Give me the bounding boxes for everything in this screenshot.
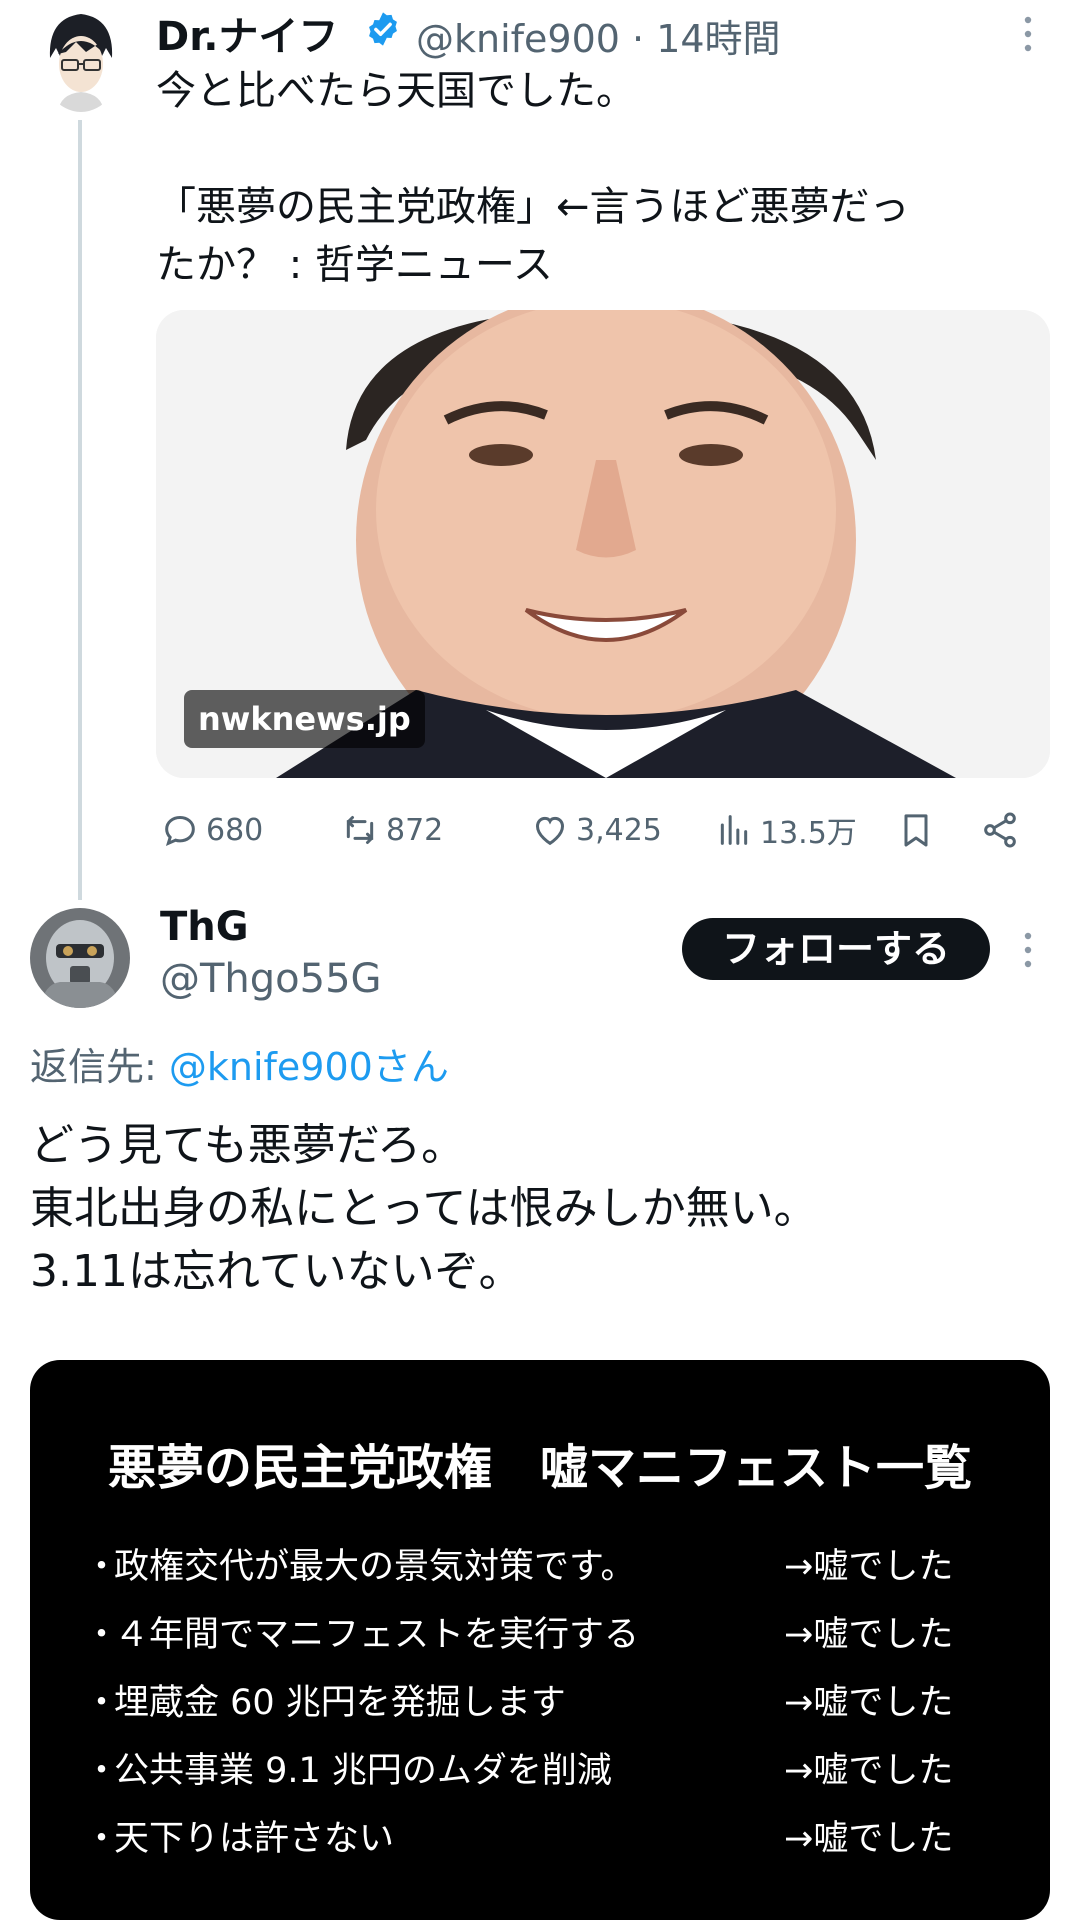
replying-to-mention[interactable]: @knife900さん: [169, 1045, 449, 1089]
row-result: →嘘でした: [784, 1683, 954, 1723]
image-title: 悪夢の民主党政権 嘘マニフェスト一覧: [107, 1440, 972, 1496]
row-result: →嘘でした: [784, 1819, 954, 1859]
tweet-text-line: 「悪夢の民主党政権」←言うほど悪夢だっ: [156, 184, 910, 230]
row-text: 天下りは許さない: [114, 1819, 395, 1859]
verified-badge-icon: [364, 10, 402, 48]
row-result: →嘘でした: [784, 1751, 954, 1791]
reply-icon: [165, 815, 195, 846]
row-text: ４年間でマニフェストを実行する: [114, 1615, 640, 1655]
reply-author-avatar[interactable]: [30, 908, 130, 1008]
share-icon: [984, 812, 1016, 848]
more-options-icon[interactable]: [1020, 14, 1036, 54]
row-text: 公共事業 9.1 兆円のムダを削減: [114, 1751, 612, 1791]
row-result: →嘘でした: [784, 1547, 954, 1587]
manifesto-row: ・ 政権交代が最大の景気対策です。 →嘘でした: [84, 1538, 984, 1594]
views-button[interactable]: 13.5万: [714, 800, 857, 860]
like-count: 3,425: [576, 812, 662, 848]
reply-text-line: 東北出身の私にとっては恨みしか無い。: [30, 1183, 818, 1234]
bookmark-icon: [904, 814, 928, 847]
thread-line: [78, 120, 82, 900]
row-text: 政権交代が最大の景気対策です。: [114, 1547, 636, 1587]
tweet-text-line: 今と比べたら天国でした。: [156, 68, 636, 114]
bookmark-button[interactable]: [896, 800, 942, 860]
replying-to-label: 返信先:: [30, 1045, 157, 1089]
reply-text-line: どう見ても悪夢だろ。: [30, 1120, 466, 1171]
manifesto-row: ・ 公共事業 9.1 兆円のムダを削減 →嘘でした: [84, 1742, 984, 1798]
row-text: 埋蔵金 60 兆円を発掘します: [114, 1683, 566, 1723]
retweet-icon: [346, 816, 374, 844]
views-chart-icon: [720, 815, 748, 845]
reply-count: 680: [206, 812, 264, 848]
tweet-text-line: たか？ : 哲学ニュース: [156, 242, 553, 288]
retweet-button[interactable]: 872: [340, 800, 443, 860]
retweet-count: 872: [386, 812, 444, 848]
row-result: →嘘でした: [784, 1615, 954, 1655]
reply-more-options-icon[interactable]: [1020, 930, 1036, 970]
reply-author-name[interactable]: ThG: [160, 904, 249, 950]
tweet-text: 今と比べたら天国でした。 「悪夢の民主党政権」←言うほど悪夢だっ たか？ : 哲…: [156, 62, 1036, 294]
author-handle[interactable]: @knife900: [416, 17, 620, 61]
reply-author-handle[interactable]: @Thgo55G: [160, 956, 382, 1002]
manifesto-row: ・ 天下りは許さない →嘘でした: [84, 1810, 984, 1866]
views-count: 13.5万: [760, 816, 857, 851]
tweet-actions: 680 872 3,425 13.5万: [156, 800, 1036, 860]
like-button[interactable]: 3,425: [530, 800, 662, 860]
follow-button[interactable]: フォローする: [682, 918, 990, 980]
link-card-domain: nwknews.jp: [184, 690, 425, 748]
reply-button[interactable]: 680: [160, 800, 263, 860]
manifesto-row: ・ ４年間でマニフェストを実行する →嘘でした: [84, 1606, 984, 1662]
replying-to: 返信先: @knife900さん: [30, 1036, 449, 1091]
reply-text: どう見ても悪夢だろ。 東北出身の私にとっては恨みしか無い。 3.11は忘れていな…: [30, 1114, 1050, 1303]
manifesto-row: ・ 埋蔵金 60 兆円を発掘します →嘘でした: [84, 1674, 984, 1730]
reply-text-line: 3.11は忘れていないぞ。: [30, 1246, 523, 1297]
author-avatar[interactable]: [40, 8, 122, 112]
author-name[interactable]: Dr.ナイフ: [156, 4, 338, 62]
author-handle-time: @knife900 · 14時間: [416, 8, 781, 63]
heart-icon: [535, 816, 565, 846]
share-button[interactable]: [980, 800, 1026, 860]
tweet-time[interactable]: · 14時間: [632, 17, 781, 61]
